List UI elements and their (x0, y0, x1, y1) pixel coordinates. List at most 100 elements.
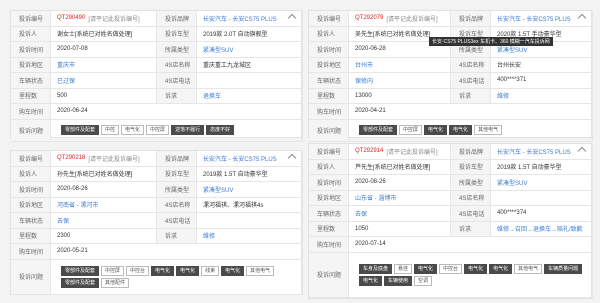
complaint-region[interactable]: 山东省 - 淄博市 (349, 190, 451, 206)
complaint-type[interactable]: 紧凑型SUV (197, 182, 303, 198)
label-id: 投诉编号 (309, 144, 349, 160)
complaint-vin[interactable]: 保修内 (349, 73, 451, 89)
complaint-demand[interactable]: 维修 (491, 88, 593, 104)
issue-tag[interactable]: 电气化 (176, 265, 200, 276)
complaint-phone: 400****371 (491, 73, 593, 89)
issue-tag[interactable]: 悬挂 (394, 263, 413, 274)
label-mileage: 里程数 (309, 88, 349, 104)
label-time: 投诉时间 (11, 42, 51, 58)
issue-tag[interactable]: 其他电气 (246, 265, 275, 276)
issue-tag[interactable]: 电气化 (424, 125, 448, 135)
label-brand: 投诉品牌 (157, 11, 197, 27)
label-time: 投诉时间 (11, 182, 51, 198)
complaint-phone: 400****374 (491, 206, 593, 222)
issue-tag[interactable]: 零部件及配套 (359, 125, 398, 135)
label-type: 所属类型 (451, 175, 491, 191)
issue-tag[interactable]: 车身及底盘 (359, 263, 393, 274)
label-purchase-time: 购车时间 (11, 244, 51, 260)
complaint-time: 2020-08-26 (349, 175, 451, 191)
complaint-vin[interactable]: 已过保 (51, 73, 157, 89)
label-brand: 投诉品牌 (157, 151, 197, 167)
label-phone: 4S店电话 (157, 213, 197, 229)
label-purchase-time: 购车时间 (11, 104, 51, 120)
complaint-brand[interactable]: 长安汽车 - 长安CS75 PLUS (197, 11, 303, 27)
issue-tag[interactable]: 零部件及配套 (61, 265, 100, 276)
complaint-time: 2020-08-26 (51, 182, 157, 198)
label-region: 投诉地区 (309, 57, 349, 73)
issue-tag[interactable]: 零部件及配套 (61, 125, 100, 135)
issue-tag[interactable]: 态度不好 (206, 125, 235, 135)
label-region: 投诉地区 (309, 190, 349, 206)
label-issues: 投诉问题 (309, 252, 349, 298)
label-phone: 4S店电话 (451, 73, 491, 89)
issues-cell: 车身及底盘 悬挂 电气化 中控台 电气化 电气化 其他电气 车辆质量问题 电气化… (349, 252, 593, 298)
issues-cell: 零部件及配套 中控屏 电气化 电气化 其他电气 (349, 119, 593, 142)
issue-tag[interactable]: 其他配件 (101, 277, 130, 288)
label-demand: 诉求 (451, 221, 491, 237)
complaint-store: 台州长安 (491, 57, 593, 73)
purchase-time: 2020-04-21 (349, 104, 593, 120)
complaint-mileage: 1050 (349, 221, 451, 237)
issue-tag[interactable]: 中控台 (439, 263, 463, 274)
issue-tag[interactable]: 电气化 (489, 263, 513, 274)
purchase-time: 2020-07-14 (349, 237, 593, 253)
complaint-model: 2019款 2.0T 自动旗舰型 (197, 26, 303, 42)
complaint-id: QT290490 [请平记此投诉编号] (51, 11, 157, 27)
complaint-region[interactable]: 重庆市 (51, 57, 157, 73)
label-store: 4S店名称 (451, 190, 491, 206)
issue-tag[interactable]: 中控台 (126, 265, 150, 276)
complaint-type[interactable]: 紧凑型SUV (491, 175, 593, 191)
complaint-demand[interactable]: 退换车 (197, 88, 303, 104)
label-model: 投诉车型 (157, 166, 197, 182)
complaint-id: QT292079 [请平记此投诉编号] (349, 11, 451, 27)
issue-tag[interactable]: 其他电气 (514, 263, 543, 274)
purchase-time: 2020-06-24 (51, 104, 303, 120)
issue-tag[interactable]: 中控屏 (101, 265, 125, 276)
issues-cell: 零部件及配套 中控屏 中控台 电气化 电气化 线束 电气化 其他电气 零部件及配… (51, 259, 303, 295)
issue-tag[interactable]: 电气化 (121, 125, 145, 135)
issue-tag[interactable]: 电气化 (151, 265, 175, 276)
complaint-store: 漯河福祺、漯河福祺4s (197, 197, 303, 213)
issue-tag[interactable]: 电气化 (359, 275, 383, 286)
issue-tag[interactable]: 电气化 (414, 263, 438, 274)
issue-tag[interactable]: 零部件及配套 (61, 277, 100, 288)
issue-tag[interactable]: 中控屏 (399, 125, 423, 135)
issue-tag[interactable]: 逆落不履行 (171, 125, 205, 135)
issue-tag[interactable]: 空调 (414, 275, 433, 286)
complaint-brand[interactable]: 长安汽车 - 长安CS75 PLUS (197, 151, 303, 167)
issue-tag[interactable]: 电气化 (449, 125, 473, 135)
issue-tag[interactable]: 其他电气 (474, 125, 503, 135)
label-purchase-time: 购车时间 (309, 104, 349, 120)
complaint-mileage: 2300 (51, 228, 157, 244)
label-demand: 诉求 (157, 88, 197, 104)
complaint-vin[interactable]: 去保 (349, 206, 451, 222)
complaint-demand[interactable]: 维修 (197, 228, 303, 244)
issue-tag[interactable]: 车辆使用 (384, 275, 413, 286)
complaint-region[interactable]: 台州市 (349, 57, 451, 73)
complaint-mileage: 500 (51, 88, 157, 104)
label-vin: 车辆状态 (309, 73, 349, 89)
purchase-time: 2020-05-21 (51, 244, 303, 260)
issue-tag[interactable]: 电气化 (464, 263, 488, 274)
label-time: 投诉时间 (309, 175, 349, 191)
complaint-store: 重庆重工九龙城区 (197, 57, 303, 73)
complaint-type[interactable]: 紧凑型SUV (197, 42, 303, 58)
complaint-demand[interactable]: 维修→召回→退换车→赔礼/致歉 (491, 221, 593, 237)
issue-tag[interactable]: 电气化 (221, 265, 245, 276)
complaint-region[interactable]: 河南省 - 漯河市 (51, 197, 157, 213)
complaint-vin[interactable]: 去保 (51, 213, 157, 229)
issue-tag[interactable]: 中控屏 (146, 125, 170, 135)
complaint-card-3: 投诉编号 QT290218 [请平记此投诉编号] 投诉品牌 长安汽车 - 长安CS… (10, 150, 303, 295)
label-issues: 投诉问题 (309, 119, 349, 142)
label-complainant: 投诉人 (309, 159, 349, 175)
label-type: 所属类型 (157, 182, 197, 198)
label-mileage: 里程数 (11, 228, 51, 244)
issue-tag[interactable]: 线束 (201, 265, 220, 276)
issue-tag[interactable]: 车辆质量问题 (544, 263, 583, 274)
complaint-card-1: 投诉编号 QT290490 [请平记此投诉编号] 投诉品牌 长安汽车 - 长安CS… (10, 10, 303, 142)
label-time: 投诉时间 (309, 42, 349, 58)
label-brand: 投诉品牌 (451, 144, 491, 160)
issue-tag[interactable]: 中控 (101, 125, 120, 135)
label-store: 4S店名称 (157, 57, 197, 73)
label-model: 投诉车型 (157, 26, 197, 42)
